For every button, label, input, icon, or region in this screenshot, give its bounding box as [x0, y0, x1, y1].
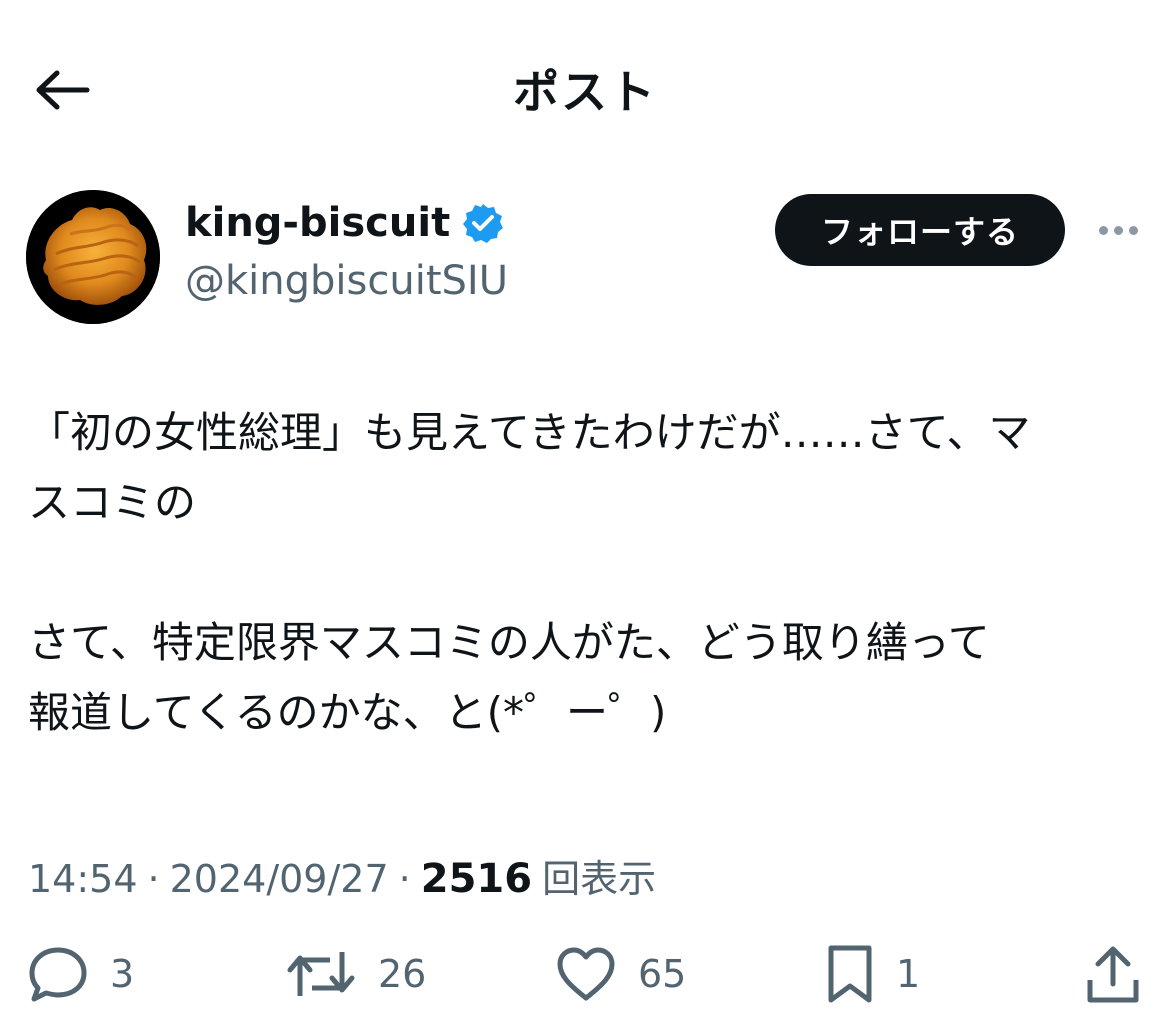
reply-count: 3	[110, 952, 135, 996]
bookmark-icon	[828, 945, 872, 1003]
display-name[interactable]: king-biscuit	[185, 200, 450, 246]
repost-button[interactable]: 26	[286, 938, 426, 1010]
heart-icon	[557, 947, 615, 1001]
verified-badge-icon	[463, 204, 504, 243]
follow-button[interactable]: フォローする	[775, 194, 1065, 266]
meta-separator: ·	[398, 857, 411, 901]
display-name-row: king-biscuit	[185, 200, 504, 246]
like-count: 65	[638, 952, 687, 996]
post-line: スコミの	[28, 478, 197, 527]
like-button[interactable]: 65	[556, 938, 686, 1010]
views-count[interactable]: 2516	[421, 856, 532, 902]
views-label: 回表示	[542, 857, 657, 901]
biscuit-image	[26, 190, 160, 324]
more-dot-icon	[1113, 225, 1123, 235]
more-options-button[interactable]	[1090, 212, 1146, 248]
post-line: さて、特定限界マスコミの人がた、どう取り繕って	[28, 618, 990, 667]
reply-icon	[29, 947, 87, 1002]
more-dot-icon	[1098, 225, 1108, 235]
post-meta: 14:54 · 2024/09/27 · 2516 回表示	[28, 848, 656, 903]
top-bar: ポスト	[0, 0, 1170, 176]
post-author: king-biscuit @kingbiscuitSIU フォローする	[0, 186, 1170, 326]
user-handle[interactable]: @kingbiscuitSIU	[185, 258, 508, 304]
repost-icon	[287, 952, 355, 996]
page-title: ポスト	[513, 65, 657, 119]
reply-button[interactable]: 3	[28, 938, 134, 1010]
action-bar: 3 26 65 1	[0, 938, 1170, 1010]
post-line: 「初の女性総理」も見えてきたわけだが……さて、マ	[28, 408, 1031, 457]
post-line-blank	[28, 538, 1143, 608]
avatar[interactable]	[26, 190, 160, 324]
share-icon	[1087, 946, 1139, 1003]
share-button[interactable]	[1086, 938, 1140, 1010]
post-date[interactable]: 2024/09/27	[170, 857, 389, 901]
post-line: 報道してくるのかな、と(*゜ー゜)	[28, 688, 667, 737]
meta-separator: ·	[147, 857, 160, 901]
bookmark-count: 1	[896, 952, 921, 996]
bookmark-button[interactable]: 1	[826, 938, 920, 1010]
post-text: 「初の女性総理」も見えてきたわけだが……さて、マ スコミの さて、特定限界マスコ…	[28, 398, 1143, 748]
more-dot-icon	[1128, 225, 1138, 235]
post-time[interactable]: 14:54	[28, 857, 138, 901]
repost-count: 26	[378, 952, 427, 996]
